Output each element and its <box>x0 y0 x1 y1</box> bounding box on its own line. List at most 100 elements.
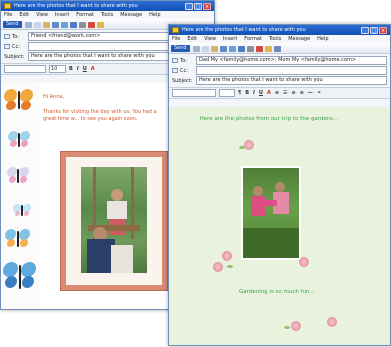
menu-format[interactable]: Format <box>244 36 262 42</box>
to-label[interactable]: To: <box>1 34 28 40</box>
menu-help[interactable]: Help <box>317 36 328 42</box>
flower-icon <box>291 321 301 331</box>
font-size-select[interactable]: 10 <box>49 65 66 73</box>
bullets-button[interactable]: ☰ <box>283 90 287 96</box>
menu-tools[interactable]: Tools <box>101 12 113 18</box>
menu-view[interactable]: View <box>204 36 216 42</box>
maximize-button[interactable]: □ <box>370 26 378 34</box>
insert-line-button[interactable]: — <box>308 90 313 96</box>
maximize-button[interactable]: □ <box>194 2 202 10</box>
menu-edit[interactable]: Edit <box>19 12 29 18</box>
insert-link-button[interactable]: ⚭ <box>317 90 321 96</box>
family-photo <box>81 167 147 273</box>
menu-edit[interactable]: Edit <box>187 36 197 42</box>
to-label[interactable]: To: <box>169 58 196 64</box>
to-field[interactable]: Dad My <family@home.com>; Mom My <family… <box>196 56 387 65</box>
format-bar: ¶ B I U A ≡ ☰ ≡ ≡ — ⚭ <box>169 87 390 99</box>
butterfly-icon <box>7 166 29 186</box>
copy-icon[interactable] <box>33 21 41 28</box>
cc-label[interactable]: Cc: <box>1 44 28 50</box>
photo-frame <box>60 151 168 291</box>
spelling-icon[interactable] <box>237 45 245 52</box>
check-names-icon[interactable] <box>228 45 236 52</box>
menu-insert[interactable]: Insert <box>223 36 237 42</box>
flower-icon <box>299 257 309 267</box>
align-center-button[interactable]: ≡ <box>300 90 304 96</box>
priority-icon[interactable] <box>255 45 263 52</box>
menu-help[interactable]: Help <box>149 12 160 18</box>
underline-button[interactable]: U <box>259 90 263 96</box>
font-color-button[interactable]: A <box>91 66 95 72</box>
underline-button[interactable]: U <box>83 66 87 72</box>
menu-insert[interactable]: Insert <box>55 12 69 18</box>
window-title: Here are the photos that I want to share… <box>14 3 138 9</box>
envelope-icon <box>172 27 179 33</box>
photo-mat <box>66 157 162 285</box>
stationery-heading: Here are the photos from our trip to the… <box>199 116 339 122</box>
font-name-select[interactable] <box>4 65 46 73</box>
butterfly-icon <box>4 87 34 113</box>
send-button[interactable]: Send <box>3 21 22 28</box>
body-text: Thanks for visiting the day with us. You… <box>43 109 157 122</box>
font-size-select[interactable] <box>219 89 235 97</box>
send-button[interactable]: Send <box>171 45 190 52</box>
attach-icon[interactable] <box>78 21 86 28</box>
minimize-button[interactable]: _ <box>185 2 193 10</box>
paste-icon[interactable] <box>42 21 50 28</box>
butterfly-icon <box>3 261 37 293</box>
menu-format[interactable]: Format <box>76 12 94 18</box>
undo-icon[interactable] <box>219 45 227 52</box>
encrypt-icon[interactable] <box>273 45 281 52</box>
italic-button[interactable]: I <box>77 66 79 72</box>
sign-icon[interactable] <box>264 45 272 52</box>
menu-message[interactable]: Message <box>120 12 142 18</box>
font-name-select[interactable] <box>172 89 216 97</box>
cc-row: Cc: <box>169 66 390 75</box>
align-left-button[interactable]: ≡ <box>292 90 296 96</box>
address-book-icon <box>172 68 178 73</box>
text-style-button[interactable]: ¶ <box>238 90 241 96</box>
font-color-button[interactable]: A <box>267 90 271 96</box>
menu-file[interactable]: File <box>4 12 12 18</box>
bold-button[interactable]: B <box>69 66 73 72</box>
message-body[interactable]: Here are the photos from our trip to the… <box>169 107 390 345</box>
subject-field[interactable]: Here are the photos that I want to share… <box>196 76 387 85</box>
butterfly-icon <box>13 203 31 219</box>
cc-field[interactable] <box>196 66 387 75</box>
undo-icon[interactable] <box>51 21 59 28</box>
title-bar[interactable]: Here are the photos that I want to share… <box>1 1 214 11</box>
numbering-button[interactable]: ≡ <box>275 90 279 96</box>
menu-tools[interactable]: Tools <box>269 36 281 42</box>
flower-icon <box>244 140 254 150</box>
subject-label: Subject: <box>4 53 25 60</box>
paste-icon[interactable] <box>210 45 218 52</box>
priority-icon[interactable] <box>87 21 95 28</box>
check-names-icon[interactable] <box>60 21 68 28</box>
close-button[interactable]: × <box>203 2 211 10</box>
menu-view[interactable]: View <box>36 12 48 18</box>
attach-icon[interactable] <box>246 45 254 52</box>
sign-icon[interactable] <box>96 21 104 28</box>
bold-button[interactable]: B <box>245 90 249 96</box>
menu-file[interactable]: File <box>172 36 180 42</box>
flower-icon <box>222 251 232 261</box>
italic-button[interactable]: I <box>253 90 255 96</box>
leaf-icon <box>284 326 290 329</box>
minimize-button[interactable]: _ <box>361 26 369 34</box>
spelling-icon[interactable] <box>69 21 77 28</box>
cut-icon[interactable] <box>192 45 200 52</box>
butterfly-border <box>1 83 39 309</box>
title-bar[interactable]: Here are the photos that I want to share… <box>169 25 390 35</box>
close-button[interactable]: × <box>379 26 387 34</box>
leaf-icon <box>239 146 245 149</box>
butterfly-icon <box>5 228 31 251</box>
flower-icon <box>213 262 223 272</box>
toolbar: Send <box>169 43 390 54</box>
cc-label[interactable]: Cc: <box>169 68 196 74</box>
cut-icon[interactable] <box>24 21 32 28</box>
menu-bar: File Edit View Insert Format Tools Messa… <box>169 35 390 43</box>
copy-icon[interactable] <box>201 45 209 52</box>
menu-message[interactable]: Message <box>288 36 310 42</box>
email-window-front[interactable]: Here are the photos that I want to share… <box>168 24 391 346</box>
address-book-icon <box>4 44 10 49</box>
